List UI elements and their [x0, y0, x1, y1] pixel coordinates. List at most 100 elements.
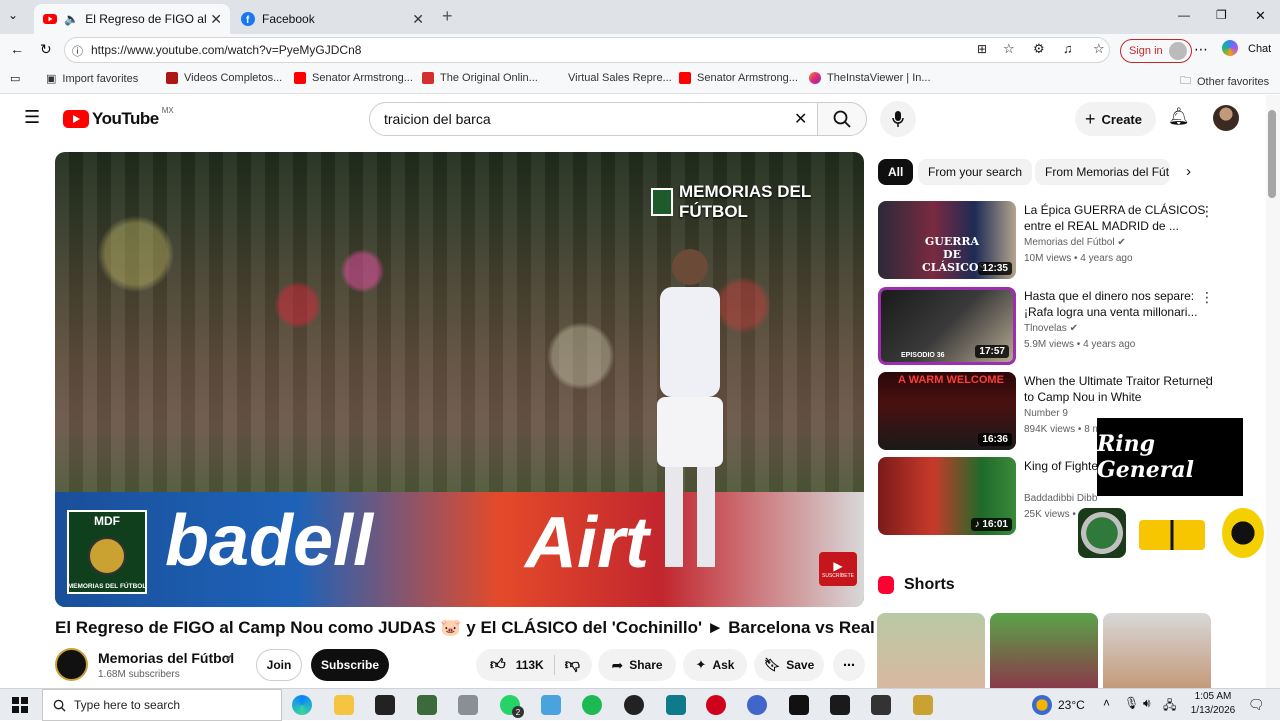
favorite-item[interactable]: TheInstaViewer | In...: [809, 72, 931, 84]
avatar[interactable]: [1213, 105, 1239, 131]
chat-label[interactable]: Chat: [1248, 43, 1271, 55]
back-icon[interactable]: ←: [10, 41, 24, 57]
favorite-star-icon[interactable]: ☆: [1003, 41, 1015, 57]
app-icon[interactable]: [913, 695, 933, 715]
copilot-icon[interactable]: [1222, 40, 1238, 56]
app-icon[interactable]: [871, 695, 891, 715]
join-button[interactable]: Join: [256, 649, 302, 681]
dislike-icon[interactable]: 👎︎: [565, 656, 580, 674]
hamburger-menu-icon[interactable]: ☰: [24, 107, 40, 128]
video-thumbnail[interactable]: EPISODIO 36 17:57: [878, 287, 1016, 365]
taskbar-search-input[interactable]: Type here to search: [42, 689, 282, 721]
sign-in-button[interactable]: Sign in: [1120, 39, 1192, 63]
tab-youtube[interactable]: 🔈 El Regreso de FIGO al Camp N ✕: [34, 4, 230, 34]
more-actions-button[interactable]: ⋯: [833, 649, 865, 681]
collections-icon[interactable]: ▭: [10, 72, 20, 85]
recommended-video[interactable]: EPISODIO 36 17:57 Hasta que el dinero no…: [878, 287, 1238, 365]
favorite-item[interactable]: ▣ Import favorites: [46, 72, 138, 86]
more-menu-icon[interactable]: ⋯: [1194, 41, 1208, 58]
voice-search-button[interactable]: [880, 101, 916, 137]
maximize-icon[interactable]: ❐: [1216, 8, 1227, 22]
close-tab-icon[interactable]: ✕: [412, 11, 424, 28]
ask-button[interactable]: ✦ Ask: [683, 649, 747, 681]
more-vertical-icon[interactable]: ⋮: [1200, 203, 1214, 220]
app-icon[interactable]: [624, 695, 644, 715]
chip-all[interactable]: All: [878, 159, 914, 185]
minimize-icon[interactable]: —: [1178, 8, 1190, 22]
close-tab-icon[interactable]: ✕: [210, 11, 222, 28]
edge-icon[interactable]: [292, 695, 312, 715]
close-window-icon[interactable]: ✕: [1255, 8, 1266, 24]
chevron-right-icon[interactable]: ›: [1186, 163, 1191, 180]
favorite-item[interactable]: Senator Armstrong...: [679, 72, 798, 84]
favorites-icon[interactable]: ☆: [1093, 41, 1105, 57]
chip-from-search[interactable]: From your search: [918, 159, 1033, 185]
more-vertical-icon[interactable]: ⋮: [1200, 374, 1214, 391]
other-favorites[interactable]: 🗀 Other favorites: [1180, 72, 1269, 91]
spotify-icon[interactable]: [582, 695, 602, 715]
clock-time[interactable]: 1:05 AM: [1190, 691, 1236, 702]
video-thumbnail[interactable]: GUERRA DE CLÁSICOS 12:35: [878, 201, 1016, 279]
refresh-icon[interactable]: ↻: [40, 41, 52, 58]
epic-games-icon[interactable]: [375, 695, 395, 715]
notifications-bell-icon[interactable]: 🔔︎: [1168, 107, 1190, 127]
app-icon[interactable]: [417, 695, 437, 715]
chip-from-channel[interactable]: From Memorias del Fút: [1035, 159, 1170, 185]
video-title[interactable]: La Épica GUERRA de CLÁSICOS entre el REA…: [1024, 202, 1214, 234]
url-input[interactable]: ⓘ https://www.youtube.com/watch?v=PyeMyG…: [64, 37, 1110, 63]
clock-date[interactable]: 1/13/2026: [1186, 705, 1240, 716]
short-thumbnail[interactable]: [1103, 613, 1211, 688]
chevron-up-icon[interactable]: ˄: [1103, 696, 1110, 710]
video-thumbnail[interactable]: ♪ 16:01: [878, 457, 1016, 535]
volume-icon[interactable]: 🔊︎: [1143, 696, 1151, 711]
search-input[interactable]: traicion del barca ✕: [369, 102, 825, 136]
new-tab-icon[interactable]: +: [442, 6, 453, 27]
video-player[interactable]: badell Airt MEMORIAS DEL FÚTBOL MDF MEMO…: [55, 152, 864, 607]
temperature[interactable]: 23°C: [1058, 698, 1085, 712]
channel-name[interactable]: Memorias del Fútbol: [98, 650, 234, 666]
tiktok-icon[interactable]: [789, 695, 809, 715]
channel-avatar[interactable]: [55, 648, 88, 681]
youtube-logo[interactable]: YouTube MX: [63, 106, 174, 129]
audio-app-icon[interactable]: [830, 695, 850, 715]
scrollbar-thumb[interactable]: [1268, 110, 1276, 198]
record-icon[interactable]: [706, 695, 726, 715]
favorite-item[interactable]: Virtual Sales Repre...: [568, 72, 672, 84]
app-icon[interactable]: [747, 695, 767, 715]
microphone-icon[interactable]: 🎙︎: [1124, 696, 1139, 710]
site-info-icon[interactable]: ⓘ: [72, 43, 83, 59]
more-vertical-icon[interactable]: ⋮: [1200, 289, 1214, 306]
video-title[interactable]: When the Ultimate Traitor Returned to Ca…: [1024, 373, 1214, 405]
favorite-item[interactable]: Videos Completos...: [166, 72, 282, 84]
reading-icon[interactable]: ♫: [1063, 41, 1073, 56]
notification-center-icon[interactable]: 🗨︎: [1248, 697, 1265, 713]
app-icon[interactable]: [458, 695, 478, 715]
windows-start-icon[interactable]: [12, 697, 28, 713]
like-icon[interactable]: 👍︎: [490, 656, 506, 674]
weather-icon[interactable]: [1032, 695, 1052, 715]
save-button[interactable]: 🔖︎ Save: [754, 649, 824, 681]
favorite-item[interactable]: Senator Armstrong...: [294, 72, 413, 84]
tab-list-icon[interactable]: ⌄: [8, 8, 18, 22]
recommended-video[interactable]: GUERRA DE CLÁSICOS 12:35 La Épica GUERRA…: [878, 201, 1238, 279]
app-available-icon[interactable]: ⊞: [977, 42, 987, 56]
subscribe-button[interactable]: Subscribe: [311, 649, 389, 681]
short-thumbnail[interactable]: [990, 613, 1098, 688]
like-count[interactable]: 113K: [516, 658, 544, 672]
adboard-text-right: Airt: [525, 503, 649, 583]
app-icon[interactable]: [666, 695, 686, 715]
search-button[interactable]: [817, 102, 867, 136]
app-icon[interactable]: [541, 695, 561, 715]
share-button[interactable]: ➦ Share: [598, 649, 676, 681]
video-thumbnail[interactable]: A WARM WELCOME 16:36: [878, 372, 1016, 450]
clear-search-icon[interactable]: ✕: [794, 109, 807, 129]
tab-facebook[interactable]: f Facebook ✕: [232, 4, 432, 34]
video-title[interactable]: Hasta que el dinero nos separe: ¡Rafa lo…: [1024, 288, 1214, 320]
file-explorer-icon[interactable]: [334, 695, 354, 715]
create-button[interactable]: + Create: [1075, 102, 1156, 136]
favorite-item[interactable]: The Original Onlin...: [422, 72, 538, 84]
extensions-icon[interactable]: ⚙: [1033, 41, 1045, 57]
short-thumbnail[interactable]: [877, 613, 985, 688]
speaker-icon[interactable]: 🔈: [64, 11, 80, 27]
network-icon[interactable]: 🖧: [1163, 696, 1176, 717]
